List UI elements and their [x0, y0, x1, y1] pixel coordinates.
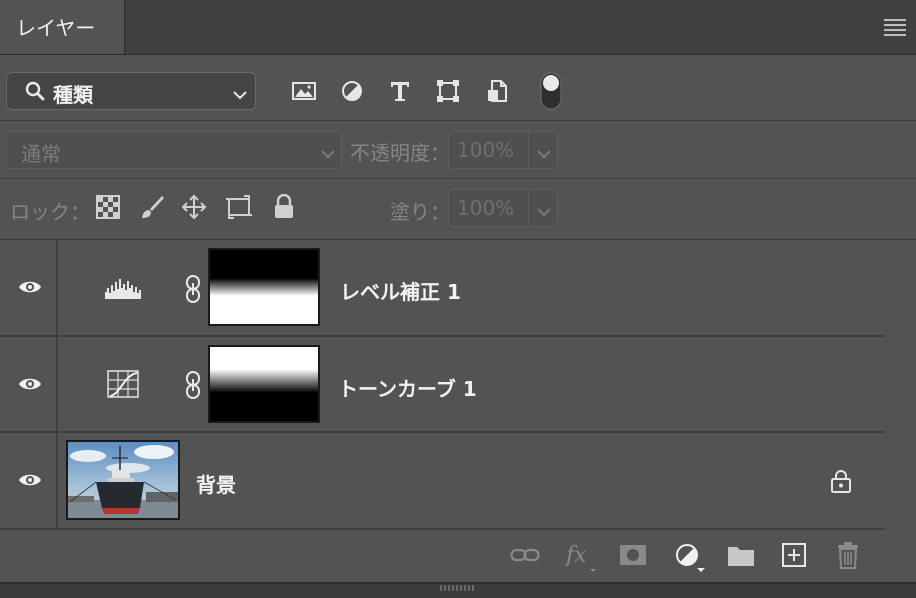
filter-shape-layers-icon[interactable] — [433, 76, 463, 106]
layer-name[interactable]: レベル補正 1 — [340, 276, 461, 305]
eye-icon[interactable] — [18, 278, 42, 300]
filter-kind-select[interactable]: 種類 — [6, 72, 256, 110]
layer-row[interactable]: レベル補正 1 — [0, 240, 885, 337]
new-layer-icon[interactable] — [781, 542, 807, 572]
filter-smart-objects-icon[interactable] — [482, 76, 512, 106]
link-layers-icon[interactable] — [510, 544, 540, 570]
fill-label: 塗り： — [390, 200, 450, 224]
chevron-down-icon — [321, 144, 335, 163]
chevron-down-icon[interactable] — [537, 202, 551, 221]
layers-footer-toolbar — [0, 530, 916, 582]
tab-layers-label: レイヤー — [16, 16, 96, 40]
fx-layer-style-icon[interactable]: fx — [564, 540, 596, 578]
delete-layer-trash-icon[interactable] — [836, 541, 860, 573]
layer-thumbnail[interactable] — [66, 440, 180, 520]
search-icon — [25, 81, 45, 105]
layer-name[interactable]: 背景 — [196, 469, 236, 498]
lock-all-icon[interactable] — [272, 193, 296, 224]
panel-menu-icon[interactable] — [884, 16, 906, 36]
layer-name[interactable]: トーンカーブ 1 — [338, 373, 477, 402]
link-chain-icon[interactable] — [184, 370, 202, 404]
svg-text:fx: fx — [564, 543, 587, 568]
filter-toggle-switch[interactable] — [540, 72, 562, 110]
layer-row[interactable]: トーンカーブ 1 — [0, 337, 885, 433]
layer-row[interactable]: 背景 — [0, 433, 885, 530]
chevron-down-icon[interactable] — [537, 144, 551, 163]
curves-adjustment-icon — [106, 369, 140, 403]
opacity-field[interactable]: 100% — [448, 131, 558, 169]
new-adjustment-layer-icon[interactable] — [674, 541, 708, 577]
new-group-folder-icon[interactable] — [727, 543, 755, 571]
lock-transparent-pixels-icon[interactable] — [96, 195, 120, 223]
panel-tab-bar — [0, 0, 916, 55]
eye-icon[interactable] — [18, 471, 42, 493]
filter-pixel-layers-icon[interactable] — [289, 76, 319, 106]
lock-icon[interactable] — [830, 469, 852, 497]
blend-mode-label: 通常 — [21, 142, 61, 166]
fill-value: 100% — [457, 196, 515, 220]
eye-icon[interactable] — [18, 375, 42, 397]
visibility-column — [0, 433, 58, 528]
fill-field[interactable]: 100% — [448, 189, 558, 227]
lock-label: ロック： — [10, 200, 90, 224]
chevron-down-icon — [233, 85, 247, 104]
divider — [0, 120, 916, 121]
add-layer-mask-icon[interactable] — [619, 543, 647, 571]
visibility-column — [0, 337, 58, 431]
opacity-value: 100% — [457, 138, 515, 162]
opacity-label: 不透明度： — [350, 141, 450, 165]
tab-layers[interactable]: レイヤー — [0, 0, 125, 54]
visibility-column — [0, 240, 58, 335]
ship-photo-thumbnail — [68, 442, 178, 518]
levels-adjustment-icon — [104, 274, 142, 304]
resize-grip[interactable] — [440, 585, 476, 591]
divider — [0, 178, 916, 179]
filter-kind-label: 種類 — [53, 83, 93, 107]
lock-image-pixels-brush-icon[interactable] — [138, 193, 166, 225]
filter-type-layers-icon[interactable] — [385, 76, 415, 106]
filter-adjustment-layers-icon[interactable] — [337, 76, 367, 106]
lock-artboard-icon[interactable] — [224, 193, 254, 225]
scrollbar-track[interactable] — [886, 240, 916, 530]
lock-position-move-icon[interactable] — [180, 193, 208, 225]
layer-mask-thumbnail[interactable] — [208, 345, 320, 423]
link-chain-icon[interactable] — [184, 274, 202, 308]
blend-mode-select[interactable]: 通常 — [6, 131, 342, 169]
layer-mask-thumbnail[interactable] — [208, 248, 320, 326]
